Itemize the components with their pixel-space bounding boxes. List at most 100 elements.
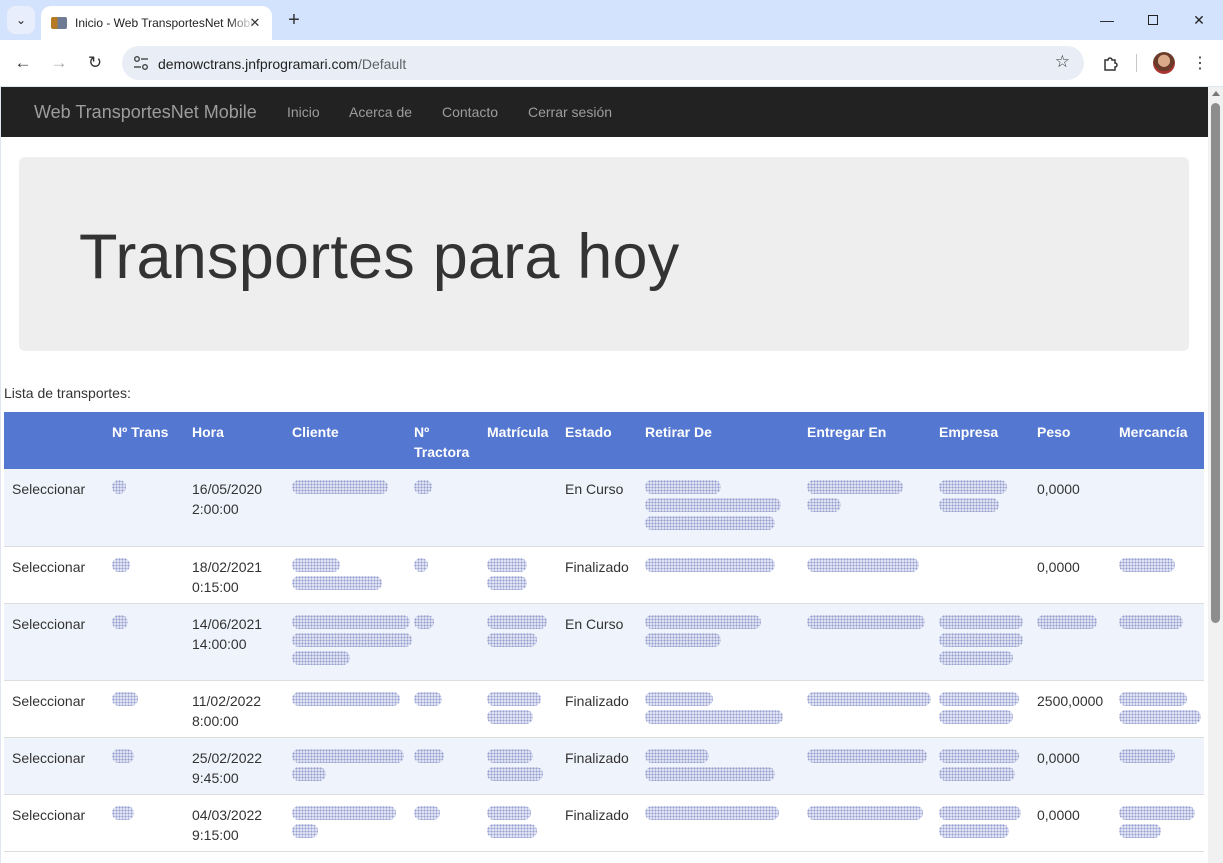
redacted-text [414,805,440,820]
more-vertical-icon: ⋮ [1192,55,1208,72]
back-button[interactable]: ← [9,49,37,77]
extensions-button[interactable] [1097,49,1125,77]
header-retirar-de[interactable]: Retirar De [637,412,799,469]
redacted-text [645,709,783,724]
header-matricula[interactable]: Matrícula [479,412,557,469]
table-row: Seleccionar 04/03/2022 9:15:00 Finalizado 0,… [4,794,1204,852]
header-estado[interactable]: Estado [557,412,637,469]
select-link[interactable]: Seleccionar [4,603,104,681]
redacted-text [292,650,350,665]
redacted-text [645,691,713,706]
new-tab-button[interactable]: + [282,8,306,32]
nav-link-cerrar-sesion[interactable]: Cerrar sesión [528,104,612,120]
cell-hora: 25/02/2022 9:45:00 [184,737,284,795]
nav-link-inicio[interactable]: Inicio [287,104,320,120]
cell-retirar-de [637,546,799,604]
minimize-button[interactable]: — [1087,6,1127,34]
redacted-text [1119,691,1187,706]
cell-cliente [284,680,406,738]
cell-hora-date: 14/06/2021 [192,615,263,632]
cell-hora-date: 16/05/2020 [192,481,263,497]
redacted-text [645,766,775,781]
profile-avatar[interactable] [1153,52,1175,74]
table-row: Seleccionar 14/06/2021 14:00:00 En Curso [4,603,1204,681]
select-link[interactable]: Seleccionar [4,794,104,852]
select-link-text[interactable]: Seleccionar [12,616,85,632]
redacted-text [487,748,533,763]
site-favicon-icon [51,17,67,29]
reload-button[interactable]: ↻ [81,49,109,77]
cell-empresa [931,546,1029,604]
redacted-text [292,632,412,647]
redacted-text [292,805,396,820]
redacted-text [807,805,923,820]
redacted-text [939,498,999,512]
header-hora[interactable]: Hora [184,412,284,469]
header-empresa[interactable]: Empresa [931,412,1029,469]
cell-matricula [479,603,557,681]
redacted-text [112,614,128,629]
site-settings-icon[interactable] [132,54,150,72]
cell-mercancia [1111,680,1204,738]
maximize-icon [1148,15,1158,25]
tab-search-button[interactable]: ⌄ [7,6,35,34]
redacted-text [1119,805,1195,820]
header-ntrans[interactable]: Nº Trans [104,412,184,469]
tab-strip: ⌄ Inicio - Web TransportesNet Mobile ✕ +… [0,0,1223,40]
cell-matricula [479,737,557,795]
select-link-text[interactable]: Seleccionar [12,807,85,823]
header-mercancia[interactable]: Mercancía [1111,412,1204,469]
site-brand[interactable]: Web TransportesNet Mobile [34,102,257,123]
cell-retirar-de [637,603,799,681]
redacted-text [1119,823,1161,838]
select-link-text[interactable]: Seleccionar [12,559,85,575]
cell-tractora [406,794,479,852]
header-peso[interactable]: Peso [1029,412,1111,469]
browser-menu-button[interactable]: ⋮ [1190,49,1210,77]
cell-estado-text: Finalizado [565,806,629,823]
redacted-text [939,632,1023,647]
header-tractora[interactable]: Nº Tractora [406,412,479,469]
nav-link-contacto[interactable]: Contacto [442,104,498,120]
cell-matricula [479,469,557,547]
cell-ntrans [104,794,184,852]
select-link[interactable]: Seleccionar [4,469,104,547]
close-window-button[interactable]: ✕ [1179,6,1219,34]
redacted-text [487,766,543,781]
redacted-text [939,614,1023,629]
forward-button[interactable]: → [45,49,73,77]
select-link[interactable]: Seleccionar [4,737,104,795]
nav-link-acerca[interactable]: Acerca de [349,104,412,120]
cell-ntrans [104,546,184,604]
select-link[interactable]: Seleccionar [4,546,104,604]
bookmark-star-icon[interactable]: ☆ [1055,52,1070,72]
scroll-thumb[interactable] [1211,103,1220,623]
select-link[interactable]: Seleccionar [4,680,104,738]
select-link-text[interactable]: Seleccionar [12,693,85,709]
redacted-text [939,480,1007,494]
cell-estado-text: Finalizado [565,558,629,575]
cell-mercancia [1111,469,1204,547]
tab-title: Inicio - Web TransportesNet Mobile [75,16,255,30]
select-link-text[interactable]: Seleccionar [12,750,85,766]
redacted-text [414,557,428,572]
browser-tab-active[interactable]: Inicio - Web TransportesNet Mobile ✕ [41,6,272,40]
header-entregar-en[interactable]: Entregar En [799,412,931,469]
maximize-button[interactable] [1133,6,1173,34]
cell-hora-time: 9:45:00 [192,769,239,786]
select-link-text[interactable]: Seleccionar [12,481,85,497]
cell-cliente [284,469,406,547]
header-cliente[interactable]: Cliente [284,412,406,469]
scroll-up-arrow-icon[interactable] [1212,91,1220,96]
close-tab-icon[interactable]: ✕ [246,14,264,32]
address-bar[interactable]: demowctrans.jnfprogramari.com/Default ☆ [122,46,1084,80]
cell-mercancia [1111,737,1204,795]
table-row: Seleccionar 16/05/2020 2:00:00 En Curso 0,00… [4,469,1204,547]
redacted-text [487,691,541,706]
redacted-text [939,823,1009,838]
page-scrollbar[interactable] [1208,87,1223,863]
chevron-down-icon: ⌄ [15,13,27,27]
redacted-text [487,709,533,724]
url-path: /Default [357,56,407,72]
cell-retirar-de [637,469,799,547]
